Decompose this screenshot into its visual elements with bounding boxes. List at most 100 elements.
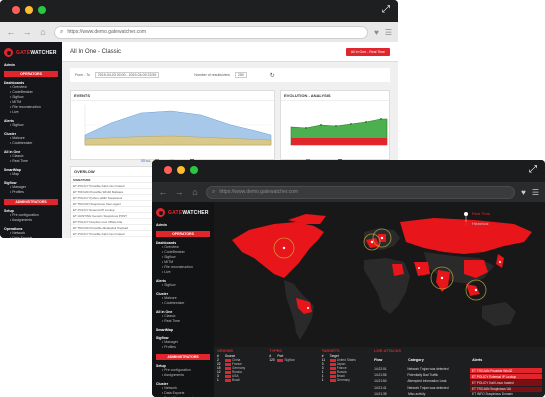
sidebar: GATEWATCHER Admin OPERATORS Dashboards • … [0,42,62,238]
administrators-header: ADMINISTRATORS [156,354,210,360]
sidebar-admin[interactable]: Admin [4,63,58,67]
logo-prefix: GATE [168,209,183,216]
date-range-input[interactable]: 2019-04-03 00:00 - 2019-04-09 23:59 [94,72,160,78]
targets-column: TARGETS # Target 11 United States 3 Japan 3 Fr… [322,349,371,395]
sidebar-item[interactable]: • Live [4,110,58,115]
results-label: Number of results/view [194,73,230,77]
stat-count: 1 [321,378,324,382]
stat-row[interactable]: 1 Germany [322,378,371,382]
sidebar-item[interactable]: • Assignments [4,218,58,223]
sidebar-section-title[interactable]: SmartMap [156,328,210,332]
threat-area [291,138,387,145]
results-select[interactable]: 250 [234,72,247,78]
close-dot[interactable] [12,6,20,14]
minimize-dot[interactable] [25,6,33,14]
region-africa[interactable] [364,258,410,314]
address-bar[interactable]: ⌕ https://www.demo.gatewatcher.com [54,25,369,39]
home-icon[interactable]: ⌂ [190,187,200,197]
stat-label: Sigflow [277,358,295,362]
from-label: From - To [75,73,90,77]
administrators-header: ADMINISTRATORS [4,199,58,205]
real-time-dot [464,212,468,216]
page-header: All In One - Classic All In One - Real T… [62,42,398,62]
sidebar-item[interactable]: • Profiles [4,190,58,195]
col-alerts: Alerts [472,358,483,362]
logo-mark [4,48,13,57]
expand-icon[interactable]: ⤢ [529,165,537,175]
logo: GATEWATCHER [156,208,210,217]
region-north-america[interactable] [232,222,324,278]
sidebar-item[interactable]: • Data Exports [4,236,58,238]
search-icon: ⌕ [212,188,216,195]
live-attacks-title: LIVE ATTACKS [374,349,402,353]
evolution-chart [290,118,388,146]
title-bar: ⤢ [0,0,398,22]
sidebar-item[interactable]: • Real Time [156,319,210,324]
attack-alert: ET POLICY External IP Lookup [469,374,542,380]
sidebar-admin[interactable]: Admin [156,223,210,227]
region-egypt[interactable] [392,264,404,276]
logo: GATEWATCHER [4,48,58,57]
heart-icon[interactable]: ♥ [521,188,526,197]
live-attacks-column: LIVE ATTACKS Flow Category Alerts 14:22:… [374,349,542,396]
events-panel: EVENTS FileMitmMalcoreSigflow [70,90,275,163]
evolution-panel: EVOLUTION - ANALYSIS No Threat FoundThre… [280,90,390,163]
sidebar-item[interactable]: • Map [4,172,58,177]
world-map[interactable]: Real Time Historical [214,202,545,347]
stats-panel: ORIGINS # Source 2 China 22 France 15 Germany 1… [214,347,545,397]
title-bar-dark: ⤢ [152,160,545,182]
stat-count: 1 [217,378,219,382]
page-title: All In One - Classic [70,48,122,55]
zoom-dot[interactable] [38,6,46,14]
stat-row[interactable]: 1 Brazil [217,378,266,382]
minimize-dot[interactable] [177,166,185,174]
flag-icon [329,378,336,382]
forward-icon[interactable]: → [22,27,32,37]
stat-row[interactable]: 120 Sigflow [269,358,318,362]
legend-real-time: Real Time [472,211,491,216]
world-map-svg: Real Time Historical [232,211,532,340]
attack-alert: ET POLICY Kali Linux hosted [469,380,542,386]
operators-header: OPERATORS [156,231,210,237]
sidebar-item[interactable]: • Codebreaker [156,301,210,306]
flag-icon [277,358,284,362]
logo-suffix: WATCHER [30,49,57,56]
sidebar-item[interactable]: • Sigflow [156,283,210,288]
region-se-asia[interactable] [466,284,480,296]
types-title: TYPES [269,349,282,353]
col-category: Category [408,358,424,362]
logo-mark [156,208,165,217]
region-middle-east[interactable] [414,262,430,276]
home-icon[interactable]: ⌂ [38,27,48,37]
refresh-icon[interactable]: ↻ [270,72,275,79]
address-bar[interactable]: ⌕ https://www.demo.gatewatcher.com [206,185,516,199]
sidebar-item[interactable]: • Assignments [156,373,210,378]
legend-swatch [140,159,145,162]
heart-icon[interactable]: ♥ [374,28,379,37]
legend-historical: Historical [472,221,489,226]
back-icon[interactable]: ← [158,187,168,197]
targets-title: TARGETS [321,349,340,353]
stat-label: Brazil [225,378,240,382]
sidebar-item[interactable]: • Live [156,270,210,275]
real-time-button[interactable]: All In One - Real Time [345,47,390,56]
expand-icon[interactable]: ⤢ [382,5,390,15]
sidebar-item[interactable]: • Sigflow [4,123,58,128]
menu-icon[interactable]: ☰ [385,28,392,37]
logo-suffix: WATCHER [182,209,209,216]
menu-icon[interactable]: ☰ [532,188,539,197]
search-icon: ⌕ [60,28,64,35]
events-chart [84,105,272,146]
evolution-title: EVOLUTION - ANALYSIS [281,91,389,101]
zoom-dot[interactable] [190,166,198,174]
sidebar-item[interactable]: • Real Time [4,159,58,164]
sidebar-item[interactable]: • Codebreaker [4,141,58,146]
region-australia[interactable] [482,302,516,326]
close-dot[interactable] [164,166,172,174]
back-icon[interactable]: ← [6,27,16,37]
sidebar-dark: GATEWATCHER Admin OPERATORS Dashboards • … [152,202,214,397]
forward-icon[interactable]: → [174,187,184,197]
sidebar-item[interactable]: • Profiles [156,345,210,350]
historical-dot [464,222,468,226]
attack-row[interactable]: 14:21:35 Misc activity ET INFO Suspicious … [374,392,542,396]
